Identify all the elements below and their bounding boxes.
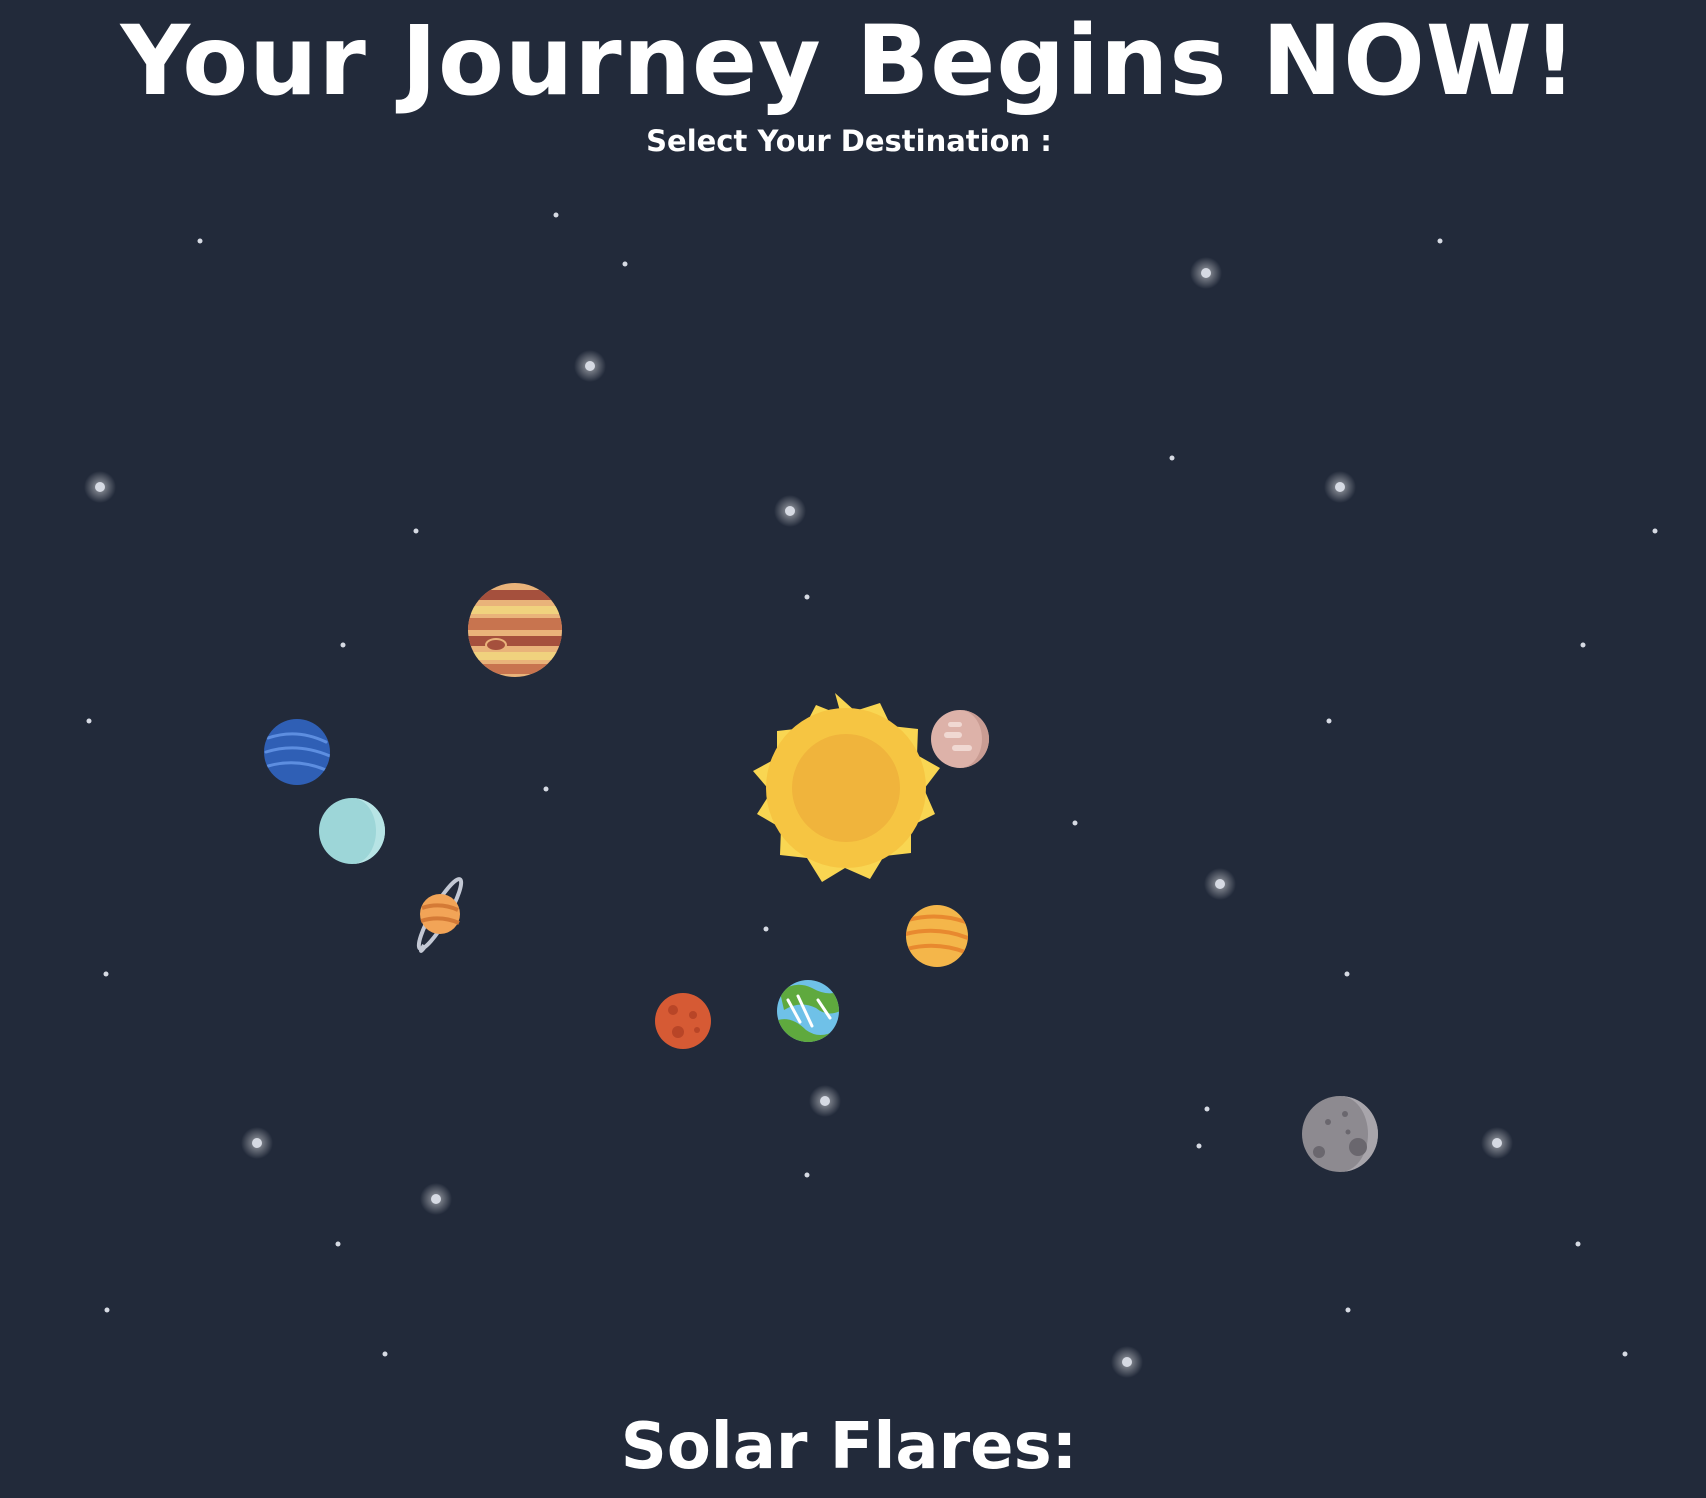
mars-crater	[672, 1026, 684, 1038]
sun-icon[interactable]	[753, 693, 940, 882]
saturn-planet-icon[interactable]	[413, 875, 467, 953]
moon-crater	[1349, 1138, 1367, 1156]
mars-crater	[694, 1027, 700, 1033]
mars-planet-icon[interactable]	[655, 993, 711, 1049]
mars-body	[655, 993, 711, 1049]
moon-crater	[1313, 1146, 1325, 1158]
moon-icon[interactable]	[1302, 1096, 1378, 1172]
earth-planet-icon[interactable]	[777, 980, 842, 1046]
neptune-planet-icon[interactable]	[264, 719, 330, 785]
venus-planet-icon[interactable]	[906, 905, 968, 967]
moon-crater	[1325, 1119, 1331, 1125]
mars-crater	[668, 1005, 678, 1015]
mars-crater	[689, 1011, 697, 1019]
solar-flares-heading: Solar Flares:	[620, 1410, 1078, 1484]
saturn-ring-front	[419, 943, 426, 953]
moon-crater	[1345, 1129, 1351, 1135]
mercury-band	[948, 722, 962, 727]
moon-crater	[1342, 1111, 1348, 1117]
jupiter-planet-icon[interactable]	[466, 583, 566, 677]
mercury-planet-icon[interactable]	[931, 710, 989, 768]
sun-inner-disc	[792, 734, 900, 842]
uranus-planet-icon[interactable]	[319, 798, 385, 864]
mercury-band	[944, 732, 962, 738]
mercury-band	[952, 745, 972, 751]
saturn-body	[420, 894, 460, 934]
solar-system-scene	[84, 212, 1658, 1378]
